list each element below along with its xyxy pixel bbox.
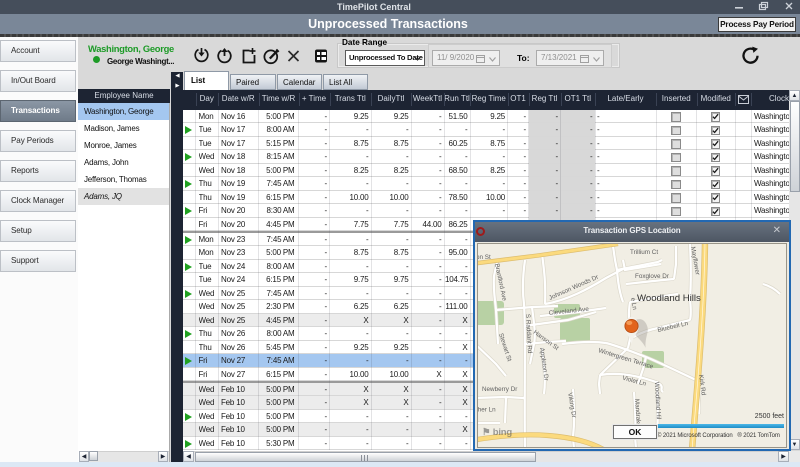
svg-text:Foxglove Dr: Foxglove Dr: [635, 273, 669, 280]
svg-text:Newberry Dr: Newberry Dr: [482, 386, 517, 393]
svg-text:ther Ln: ther Ln: [478, 406, 496, 413]
svg-text:Woodland Hills: Woodland Hills: [637, 293, 701, 304]
svg-text:Trillium Ct: Trillium Ct: [630, 249, 658, 256]
svg-text:on St: on St: [478, 254, 491, 261]
